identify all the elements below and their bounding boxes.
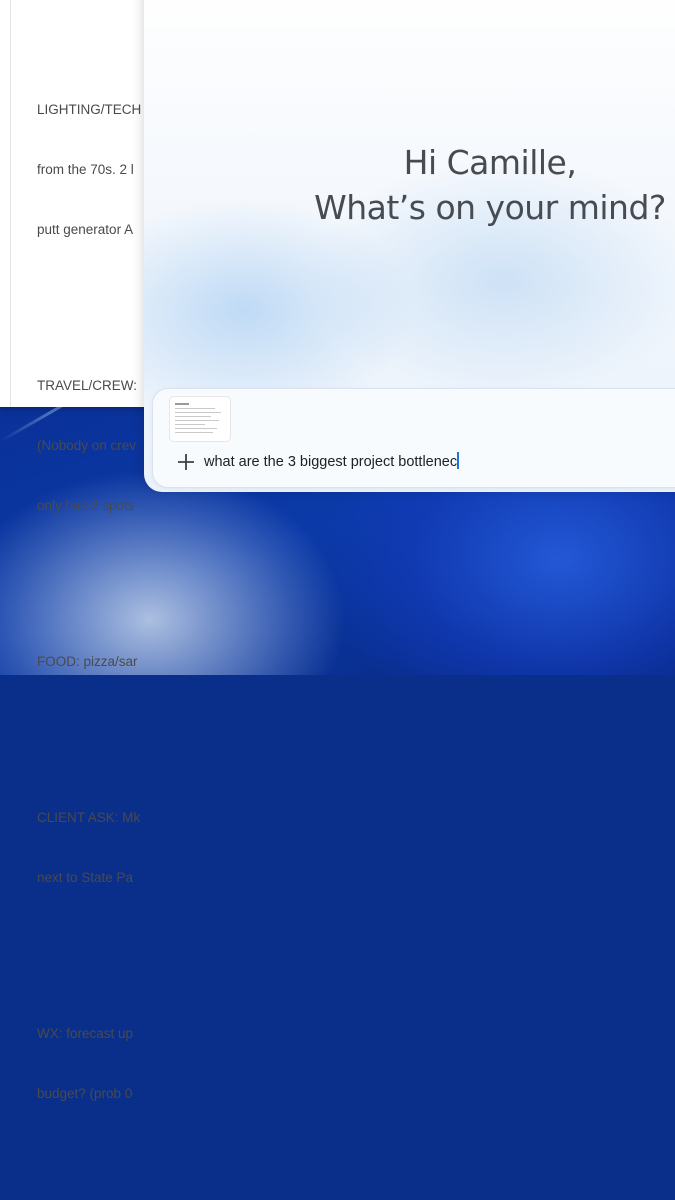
assistant-panel: Hi Camille, What’s on your mind? what ar… [144,0,675,492]
doc-paragraph-travel: TRAVEL/CREW: (Nobody on crev only has 2 … [37,336,157,556]
prompt-input[interactable]: what are the 3 biggest project bottlenec [204,451,504,473]
doc-line: FOOD: pizza/sar [37,654,138,669]
doc-line: TRAVEL/CREW: [37,378,138,393]
thumb-line [175,428,217,429]
prompt-input-box[interactable]: what are the 3 biggest project bottlenec [152,388,675,488]
text-caret [457,452,460,469]
thumb-line [175,432,213,433]
plus-icon[interactable] [175,451,197,473]
thumb-line [175,420,219,421]
greeting-line-1: Hi Camille, [403,143,577,182]
document-body[interactable]: LIGHTING/TECH from the 70s. 2 l putt gen… [37,20,157,1200]
doc-line: putt generator A [37,222,134,237]
doc-paragraph-client: CLIENT ASK: Mk next to State Pa [37,768,157,928]
doc-line: CLIENT ASK: Mk [37,810,141,825]
greeting: Hi Camille, What’s on your mind? [144,140,675,230]
greeting-line-2: What’s on your mind? [314,188,666,227]
thumb-line [175,412,221,413]
doc-paragraph-weather: WX: forecast up budget? (prob 0 [37,984,157,1144]
prompt-text: what are the 3 biggest project bottlenec [204,454,458,470]
attachment-thumbnail[interactable] [170,397,230,441]
doc-line: budget? (prob 0 [37,1086,133,1101]
thumb-line [175,403,189,405]
doc-line: only has 2 spots [37,498,135,513]
doc-line: next to State Pa [37,870,134,885]
doc-line: (Nobody on crev [37,438,137,453]
doc-line: LIGHTING/TECH [37,102,142,117]
thumb-line [175,424,205,425]
doc-line: from the 70s. 2 l [37,162,134,177]
doc-paragraph-food: FOOD: pizza/sar [37,612,157,712]
document-margin-line [10,0,11,407]
thumb-line [175,408,215,409]
thumb-line [175,416,211,417]
doc-line: WX: forecast up [37,1026,134,1041]
doc-paragraph-lighting: LIGHTING/TECH from the 70s. 2 l putt gen… [37,60,157,280]
